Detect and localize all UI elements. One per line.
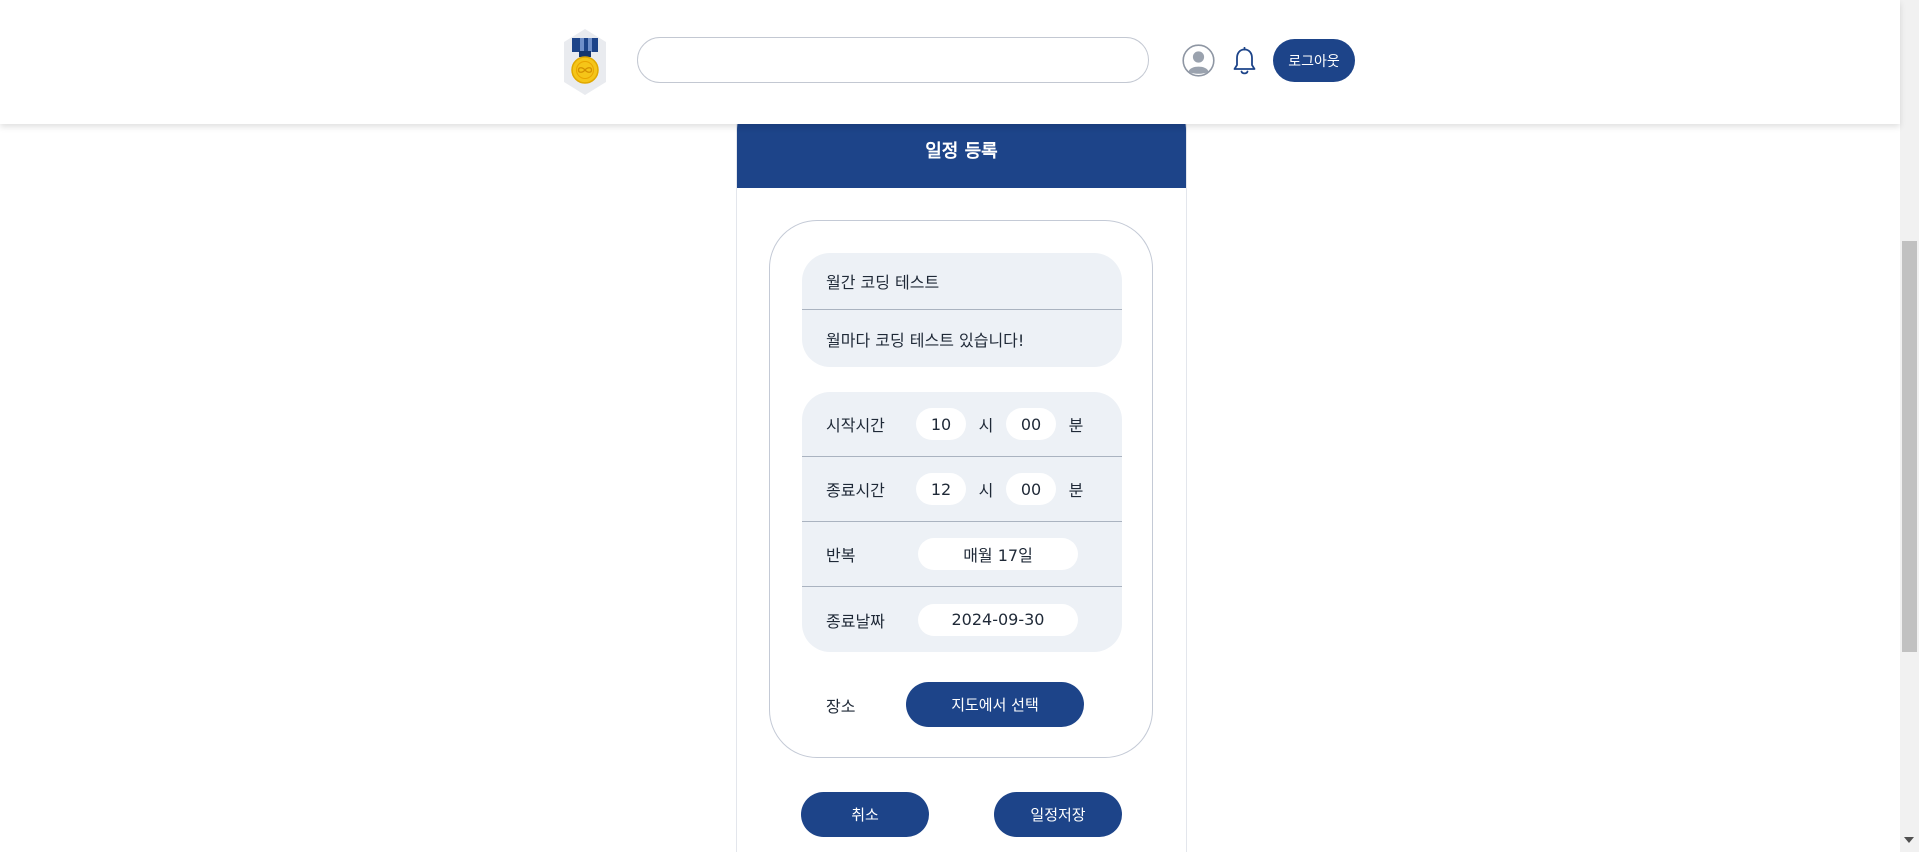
end-hour-input[interactable]: 12 xyxy=(916,473,966,505)
schedule-title-text: 월간 코딩 테스트 xyxy=(826,273,940,292)
start-time-label: 시작시간 xyxy=(826,416,885,435)
time-settings-group: 시작시간 10 시 00 분 종료시간 12 시 00 분 반복 매월 17일 xyxy=(802,392,1122,652)
title-description-group: 월간 코딩 테스트 월마다 코딩 테스트 있습니다! xyxy=(802,253,1122,367)
card-title: 일정 등록 xyxy=(925,141,998,162)
select-on-map-button[interactable]: 지도에서 선택 xyxy=(906,682,1084,727)
end-time-label: 종료시간 xyxy=(826,481,885,500)
end-date-row: 종료날짜 2024-09-30 xyxy=(802,587,1122,652)
start-time-row: 시작시간 10 시 00 분 xyxy=(802,392,1122,457)
start-minute-unit: 분 xyxy=(1068,416,1084,435)
end-hour-unit: 시 xyxy=(978,481,994,500)
end-minute-input[interactable]: 00 xyxy=(1006,473,1056,505)
schedule-description-field[interactable]: 월마다 코딩 테스트 있습니다! xyxy=(802,310,1122,367)
start-hour-input[interactable]: 10 xyxy=(916,408,966,440)
bell-icon[interactable] xyxy=(1232,47,1257,76)
user-icon[interactable] xyxy=(1182,44,1215,77)
place-label: 장소 xyxy=(826,696,856,716)
end-time-row: 종료시간 12 시 00 분 xyxy=(802,457,1122,522)
place-row: 장소 지도에서 선택 xyxy=(826,682,1084,727)
end-date-input[interactable]: 2024-09-30 xyxy=(918,603,1078,636)
page: 로그아웃 일정 등록 월간 코딩 테스트 월마다 코딩 테스트 있습니다! 시작… xyxy=(0,0,1919,852)
scrollbar-thumb[interactable] xyxy=(1902,241,1917,652)
repeat-select[interactable]: 매월 17일 xyxy=(918,538,1078,570)
cancel-button[interactable]: 취소 xyxy=(801,792,929,837)
schedule-title-field[interactable]: 월간 코딩 테스트 xyxy=(802,253,1122,310)
save-schedule-button[interactable]: 일정저장 xyxy=(994,792,1122,837)
end-date-label: 종료날짜 xyxy=(826,611,885,631)
logout-button[interactable]: 로그아웃 xyxy=(1273,39,1355,82)
start-minute-input[interactable]: 00 xyxy=(1006,408,1056,440)
schedule-register-card: 일정 등록 월간 코딩 테스트 월마다 코딩 테스트 있습니다! 시작시간 10… xyxy=(736,90,1187,852)
top-header: 로그아웃 xyxy=(0,0,1900,124)
end-minute-unit: 분 xyxy=(1068,481,1084,500)
repeat-label: 반복 xyxy=(826,546,856,565)
repeat-row: 반복 매월 17일 xyxy=(802,522,1122,587)
medal-logo[interactable] xyxy=(563,28,607,96)
scroll-down-arrow-icon[interactable] xyxy=(1904,837,1914,843)
search-input[interactable] xyxy=(637,37,1149,83)
start-hour-unit: 시 xyxy=(978,416,994,435)
schedule-description-text: 월마다 코딩 테스트 있습니다! xyxy=(826,330,1025,350)
schedule-form: 월간 코딩 테스트 월마다 코딩 테스트 있습니다! 시작시간 10 시 00 … xyxy=(769,220,1153,758)
